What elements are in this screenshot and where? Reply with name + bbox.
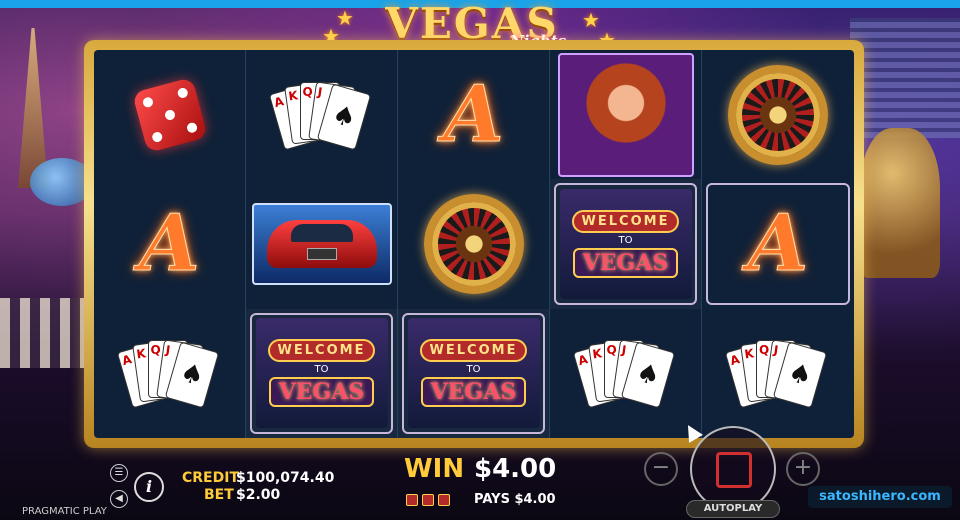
win-value: $4.00 xyxy=(474,454,557,484)
reel-4: WELCOME TO VEGAS A K Q J ♠ xyxy=(550,50,702,438)
reel-3: A WELCOME TO VEGAS xyxy=(398,50,550,438)
reel-grid: A A K Q J ♠ A K Q J ♠ WELCOME TO VEGAS A… xyxy=(94,50,854,438)
playing-cards-symbol: A K Q J ♠ xyxy=(572,336,675,410)
reel-cell: A xyxy=(398,50,549,179)
reel-cell xyxy=(702,50,854,179)
golden-lion-statue xyxy=(860,128,940,278)
roulette-wheel-symbol xyxy=(423,193,524,294)
welcome-to-vegas-symbol: WELCOME TO VEGAS xyxy=(255,318,388,429)
playing-cards-symbol: A K Q J ♠ xyxy=(116,336,219,410)
letter-a-symbol: A xyxy=(747,198,809,290)
stop-icon xyxy=(716,452,752,488)
reel-cell-winning: WELCOME TO VEGAS xyxy=(550,179,701,309)
credit-value: $100,074.40 xyxy=(236,470,335,486)
bet-value: $2.00 xyxy=(236,487,281,503)
credit-label: CREDIT xyxy=(182,470,239,486)
awning-decoration xyxy=(0,298,90,368)
letter-a-symbol: A xyxy=(443,69,505,161)
reel-cell: A K Q J ♠ xyxy=(246,50,397,179)
welcome-sign-mini-icon xyxy=(406,494,418,506)
reel-cell: A K Q J ♠ xyxy=(94,309,245,438)
reel-1: A A K Q J ♠ xyxy=(94,50,246,438)
reel-cell xyxy=(550,50,701,179)
reel-frame: A A K Q J ♠ A K Q J ♠ WELCOME TO VEGAS A… xyxy=(84,40,864,448)
reel-cell: A K Q J ♠ xyxy=(550,309,701,438)
reel-cell-winning: WELCOME TO VEGAS xyxy=(246,308,397,438)
reel-cell: A xyxy=(94,179,245,308)
info-button[interactable]: i xyxy=(134,472,164,502)
reel-cell: A xyxy=(702,179,854,308)
welcome-sign-mini-icon xyxy=(438,494,450,506)
playing-cards-symbol: A K Q J ♠ xyxy=(268,78,371,152)
welcome-to-vegas-symbol: WELCOME TO VEGAS xyxy=(407,318,540,429)
reel-5: A A K Q J ♠ xyxy=(702,50,854,438)
decrease-bet-button[interactable]: − xyxy=(644,452,678,486)
welcome-to-vegas-symbol: WELCOME TO VEGAS xyxy=(559,188,692,299)
bet-label: BET xyxy=(204,487,234,503)
reel-cell: A K Q J ♠ xyxy=(702,309,854,438)
site-watermark: satoshihero.com xyxy=(808,486,952,508)
menu-icon[interactable]: ☰ xyxy=(110,464,128,482)
reel-cell xyxy=(246,179,397,308)
reel-cell xyxy=(398,179,549,308)
red-dice-symbol xyxy=(131,76,208,153)
provider-label: PRAGMATIC PLAY xyxy=(22,506,107,517)
lady-portrait-symbol xyxy=(557,52,694,177)
roulette-wheel-symbol xyxy=(728,64,828,165)
reel-2: A K Q J ♠ WELCOME TO VEGAS xyxy=(246,50,398,438)
reel-cell xyxy=(94,50,245,179)
autoplay-button[interactable]: AUTOPLAY xyxy=(686,500,780,518)
playing-cards-symbol: A K Q J ♠ xyxy=(724,336,828,410)
background-building xyxy=(850,18,960,138)
letter-a-symbol: A xyxy=(139,198,201,290)
star-icon: ★ xyxy=(336,6,354,30)
pays-text: PAYS $4.00 xyxy=(474,492,556,507)
sound-icon[interactable]: ◀ xyxy=(110,490,128,508)
reel-cell-winning: WELCOME TO VEGAS xyxy=(398,308,549,438)
welcome-sign-mini-icon xyxy=(422,494,434,506)
increase-bet-button[interactable]: + xyxy=(786,452,820,486)
red-car-symbol xyxy=(251,202,392,285)
win-label: WIN xyxy=(404,454,465,484)
